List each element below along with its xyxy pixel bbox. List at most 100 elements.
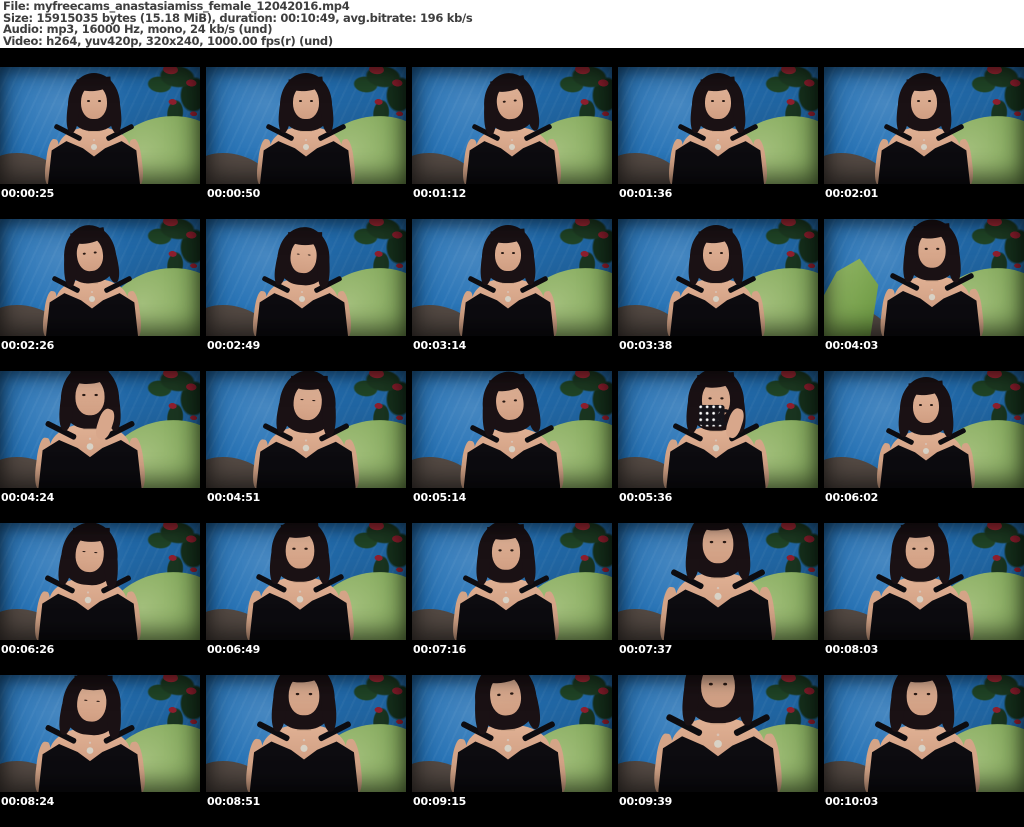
- pendant-necklace: [715, 144, 721, 150]
- hair-lock: [937, 92, 953, 134]
- hair-fringe: [74, 675, 113, 691]
- head: [34, 371, 146, 433]
- eye: [310, 100, 313, 102]
- eye: [924, 547, 928, 550]
- pendant-necklace: [91, 144, 97, 150]
- eye: [709, 540, 714, 544]
- person-figure: [661, 371, 771, 488]
- head: [251, 371, 364, 442]
- frame-timestamp: 00:03:14: [413, 339, 467, 352]
- video-frame: [206, 675, 406, 792]
- hair-lock: [937, 684, 956, 733]
- hair-lock: [939, 396, 955, 438]
- video-frame: [618, 219, 818, 336]
- eye: [84, 699, 88, 701]
- pendant-necklace: [302, 444, 310, 452]
- pendant-necklace: [86, 747, 94, 754]
- video-frame: [0, 67, 200, 184]
- person-figure: [873, 73, 975, 184]
- eye: [299, 100, 302, 102]
- video-frame: [618, 67, 818, 184]
- pendant-necklace: [713, 296, 719, 302]
- frame-timestamp: 00:08:03: [825, 643, 879, 656]
- pendant-necklace: [714, 740, 722, 748]
- video-info-line: Video: h264, yuv420p, 320x240, 1000.00 f…: [3, 34, 333, 49]
- eye: [94, 551, 98, 554]
- eye: [936, 247, 940, 250]
- video-contact-sheet: File: myfreecams_anastasiamiss_female_12…: [0, 0, 1024, 827]
- video-frame: [824, 371, 1024, 488]
- video-thumbnail: 00:03:14: [412, 219, 612, 371]
- video-frame: [206, 371, 406, 488]
- eye: [300, 398, 304, 401]
- video-thumbnail: 00:02:01: [824, 67, 1024, 219]
- head: [659, 523, 777, 582]
- head: [44, 73, 144, 135]
- media-info-header: File: myfreecams_anastasiamiss_female_12…: [0, 0, 1024, 48]
- video-frame: [412, 523, 612, 640]
- eye: [709, 252, 712, 254]
- head: [668, 73, 768, 135]
- video-frame: [206, 219, 406, 336]
- video-thumbnail: 00:05:36: [618, 371, 818, 523]
- eye: [722, 540, 727, 544]
- video-thumbnail: 00:06:02: [824, 371, 1024, 523]
- person-figure: [33, 675, 147, 792]
- video-frame: [0, 219, 200, 336]
- eye: [720, 397, 724, 400]
- hair-lock: [521, 244, 537, 286]
- frame-timestamp: 00:08:51: [207, 795, 261, 808]
- eye: [510, 549, 514, 552]
- eye: [296, 253, 300, 255]
- frame-timestamp: 00:07:16: [413, 643, 467, 656]
- hair-lock: [945, 239, 963, 283]
- hair-lock: [63, 247, 77, 288]
- pendant-necklace: [928, 294, 936, 301]
- video-thumbnail: 00:08:03: [824, 523, 1024, 675]
- person-figure: [251, 371, 361, 488]
- person-figure: [878, 219, 986, 336]
- frame-timestamp: 00:05:14: [413, 491, 467, 504]
- pendant-necklace: [504, 744, 512, 752]
- eye: [919, 404, 922, 406]
- video-thumbnail: 00:07:37: [618, 523, 818, 675]
- person-figure: [667, 73, 769, 184]
- eye: [82, 393, 86, 397]
- hair-lock: [733, 532, 752, 581]
- pendant-necklace: [84, 596, 92, 604]
- video-thumbnail: 00:04:51: [206, 371, 406, 523]
- head: [33, 675, 151, 744]
- frame-timestamp: 00:02:26: [1, 339, 55, 352]
- eye: [913, 692, 918, 696]
- thumbnail-grid: 00:00:25 00:00:50 00:01:12 00:01:36 00:0…: [0, 48, 1024, 827]
- pendant-necklace: [916, 596, 924, 603]
- eye: [708, 682, 713, 686]
- eye: [312, 399, 316, 402]
- video-frame: [412, 675, 612, 792]
- pendant-necklace: [296, 596, 304, 603]
- person-figure: [451, 523, 561, 640]
- eye: [304, 547, 308, 550]
- video-thumbnail: 00:02:26: [0, 219, 200, 371]
- frame-timestamp: 00:04:03: [825, 339, 879, 352]
- pendant-necklace: [86, 443, 94, 450]
- frame-timestamp: 00:03:38: [619, 339, 673, 352]
- eye: [912, 547, 916, 550]
- person-figure: [862, 675, 982, 792]
- pendant-necklace: [303, 144, 309, 150]
- hair-lock: [483, 95, 497, 136]
- head: [666, 225, 766, 287]
- person-figure: [33, 523, 143, 640]
- hair-lock: [319, 684, 338, 733]
- hair-lock: [735, 675, 756, 727]
- hair-lock: [731, 92, 747, 134]
- polka-dot-mug: [698, 404, 733, 427]
- video-thumbnail: 00:00:50: [206, 67, 406, 219]
- eye: [98, 100, 101, 102]
- video-frame: [0, 675, 200, 792]
- eye: [501, 252, 504, 254]
- video-frame: [618, 523, 818, 640]
- head: [452, 523, 560, 587]
- frame-timestamp: 00:00:50: [207, 187, 261, 200]
- person-figure: [255, 73, 357, 184]
